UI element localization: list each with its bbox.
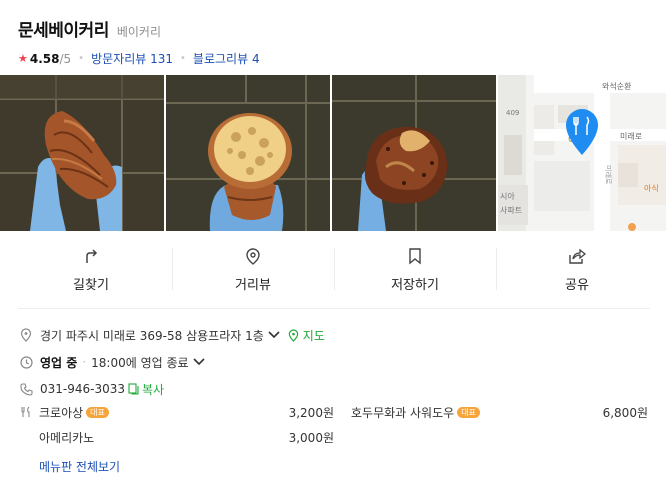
visitor-reviews-link[interactable]: 방문자리뷰 131 (91, 50, 173, 67)
copy-button[interactable]: 복사 (128, 381, 164, 398)
menu-item-name: 크로아상 (39, 406, 84, 420)
street-view-button[interactable]: 거리뷰 (172, 243, 334, 297)
directions-button[interactable]: 길찾기 (10, 243, 172, 297)
photo-sourdough[interactable] (332, 75, 496, 231)
phone-icon (18, 382, 34, 396)
map-street-vertical: 미래로 (604, 165, 613, 185)
hours-row: 영업 중 · 18:00에 영업 종료 (18, 353, 648, 371)
share-icon (569, 248, 586, 264)
directions-icon (86, 249, 98, 263)
copy-label: 복사 (142, 382, 165, 397)
menu-item-price: 3,200원 (288, 406, 334, 420)
signature-badge: 대표 (86, 407, 109, 418)
share-label: 공유 (565, 278, 589, 293)
separator-dot: · (82, 355, 87, 369)
menu-item-price: 3,000원 (288, 431, 334, 445)
blog-reviews-link[interactable]: 블로그리뷰 4 (193, 50, 260, 67)
separator-dot: • (78, 53, 85, 64)
directions-label: 길찾기 (73, 278, 109, 293)
location-pin-icon (18, 328, 34, 342)
clock-icon (18, 355, 34, 369)
menu-item-name: 아메리카노 (39, 431, 95, 445)
action-bar: 길찾기 거리뷰 저장하기 공유 (10, 243, 658, 297)
address-text: 경기 파주시 미래로 369-58 삼용프라자 1층 (40, 328, 264, 343)
rating-row: ★ 4.58 /5 • 방문자리뷰 131 • 블로그리뷰 4 (18, 50, 658, 67)
menu-item: 아메리카노 (39, 429, 94, 446)
photo-strip: 와석순환 409 미래로 미래로 빅스 시아 사파트 아식 (0, 75, 668, 231)
place-name[interactable]: 문세베이커리 (18, 16, 109, 41)
map-link[interactable]: 지도 (288, 327, 325, 344)
photo-croissant-side[interactable] (0, 75, 164, 231)
street-view-label: 거리뷰 (235, 278, 271, 293)
map-building-number: 409 (506, 109, 519, 117)
view-full-menu-link[interactable]: 메뉴판 전체보기 (39, 458, 120, 475)
save-button[interactable]: 저장하기 (334, 243, 496, 297)
photo-croissant-cut[interactable] (166, 75, 330, 231)
menu-item-price: 6,800원 (602, 406, 648, 420)
rating-value: 4.58 (29, 51, 60, 66)
map-poi-1: 시아 (500, 191, 515, 201)
signature-badge: 대표 (457, 407, 480, 418)
star-icon: ★ (18, 52, 28, 65)
menu-section: 크로아상 대표 3,200원 호두무화과 사워도우 대표 6,800원 아메리카… (18, 404, 650, 474)
phone-number[interactable]: 031-946-3033 (40, 382, 125, 396)
place-header: 문세베이커리 베이커리 ★ 4.58 /5 • 방문자리뷰 131 • 블로그리… (18, 16, 658, 67)
address-row: 경기 파주시 미래로 369-58 삼용프라자 1층 지도 (18, 326, 648, 344)
map-street-label-2: 미래로 (620, 132, 642, 141)
map-street-label: 와석순환 (602, 81, 632, 91)
map-poi-3: 아식 (644, 183, 659, 193)
map-pin-green-icon (288, 328, 299, 342)
menu-item: 호두무화과 사워도우 대표 (351, 404, 480, 421)
bookmark-icon (409, 248, 421, 265)
open-status: 영업 중 (40, 355, 78, 370)
phone-row: 031-946-3033 복사 (18, 380, 648, 398)
save-label: 저장하기 (391, 278, 439, 293)
menu-item-name: 호두무화과 사워도우 (351, 406, 455, 420)
place-category: 베이커리 (116, 25, 162, 39)
info-section: 경기 파주시 미래로 369-58 삼용프라자 1층 지도 영업 중 · 18:… (18, 326, 648, 407)
rating-max: /5 (59, 51, 72, 66)
location-pin-icon (246, 248, 260, 265)
map-link-label: 지도 (302, 328, 325, 343)
fork-knife-icon (18, 406, 34, 418)
separator-dot: • (180, 53, 186, 64)
share-button[interactable]: 공유 (496, 243, 658, 297)
menu-item: 크로아상 대표 (39, 404, 109, 421)
chevron-down-icon[interactable] (268, 328, 280, 342)
chevron-down-icon[interactable] (192, 355, 205, 369)
section-divider (18, 308, 650, 309)
copy-icon (128, 383, 139, 395)
map-thumbnail[interactable]: 와석순환 409 미래로 미래로 빅스 시아 사파트 아식 (498, 75, 666, 231)
map-poi-2: 사파트 (500, 206, 522, 215)
hours-text: 18:00에 영업 종료 (91, 355, 189, 370)
